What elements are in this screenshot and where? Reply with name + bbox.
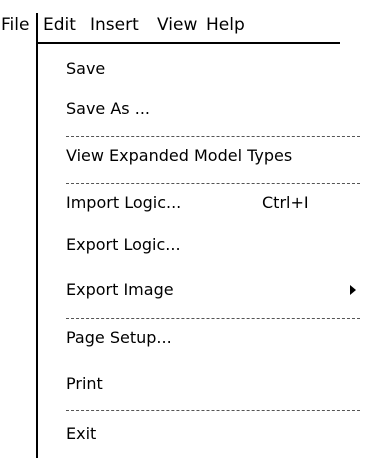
menu-help[interactable]: Help	[206, 15, 245, 35]
menu-separator	[66, 318, 360, 319]
menu-item-print[interactable]: Print	[66, 374, 103, 394]
menubar-underline	[38, 42, 340, 44]
menu-divider	[36, 13, 38, 35]
menu-file[interactable]: File	[1, 15, 29, 35]
menu-item-save[interactable]: Save	[66, 59, 105, 79]
menu-item-page-setup[interactable]: Page Setup...	[66, 328, 172, 348]
menu-item-export-logic[interactable]: Export Logic...	[66, 235, 181, 255]
menu-view[interactable]: View	[157, 15, 197, 35]
menu-insert[interactable]: Insert	[90, 15, 139, 35]
menu-item-import-logic[interactable]: Import Logic...	[66, 193, 181, 213]
menu-edit[interactable]: Edit	[43, 15, 76, 35]
menu-separator	[66, 410, 360, 411]
menu-item-view-expanded-model-types[interactable]: View Expanded Model Types	[66, 146, 292, 166]
dropdown-left-border	[36, 35, 38, 458]
menu-separator	[66, 183, 360, 184]
screen: File Edit Insert View Help Save Save As …	[0, 0, 370, 458]
menu-item-save-as[interactable]: Save As ...	[66, 99, 150, 119]
menu-separator	[66, 136, 360, 137]
menu-item-exit[interactable]: Exit	[66, 424, 96, 444]
menu-item-export-image[interactable]: Export Image	[66, 280, 174, 300]
submenu-arrow-icon	[350, 285, 356, 295]
import-logic-shortcut: Ctrl+I	[262, 193, 309, 212]
menu-bar: File Edit Insert View Help	[0, 0, 340, 44]
